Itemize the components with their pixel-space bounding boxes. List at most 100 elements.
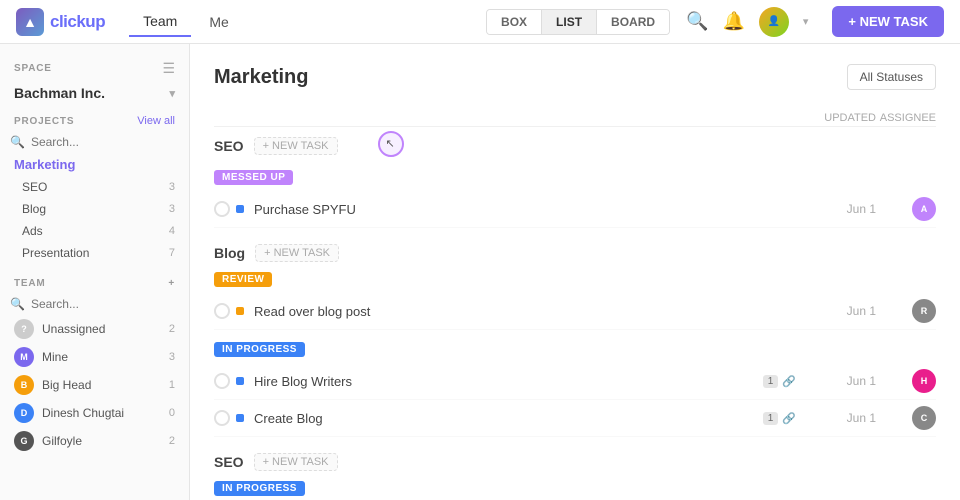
- view-tab-box[interactable]: BOX: [487, 10, 542, 34]
- search-icon-sidebar: 🔍: [10, 135, 25, 149]
- task-icon-count: 1: [763, 412, 779, 425]
- header-name: [214, 112, 796, 124]
- new-task-blog-button[interactable]: + NEW TASK: [255, 244, 339, 262]
- task-icons: 1 🔗: [763, 375, 796, 388]
- avatar-chevron[interactable]: ▾: [803, 15, 809, 28]
- task-row[interactable]: Create Blog 1 🔗 Jun 1 C: [214, 400, 936, 437]
- projects-label: PROJECTS: [14, 116, 74, 127]
- unassigned-avatar: ?: [14, 319, 34, 339]
- task-dot: [236, 307, 244, 315]
- task-circle: [214, 303, 230, 319]
- sidebar-item-presentation[interactable]: Presentation 7: [0, 242, 189, 264]
- badge-messed-up: MESSED UP: [214, 170, 293, 185]
- nav-tabs: Team Me: [129, 7, 243, 37]
- projects-search[interactable]: 🔍: [0, 131, 189, 153]
- team-member-mine[interactable]: M Mine 3: [0, 343, 189, 371]
- sidebar-item-seo[interactable]: SEO 3: [0, 176, 189, 198]
- main-header: Marketing All Statuses: [214, 64, 936, 90]
- cursor-indicator: ↖: [386, 137, 395, 150]
- space-name[interactable]: Bachman Inc. ▾: [0, 81, 189, 111]
- projects-header: PROJECTS View all: [0, 111, 189, 131]
- link-icon: 🔗: [782, 375, 796, 388]
- notification-icon[interactable]: 🔔: [722, 11, 744, 32]
- sidebar-item-ads[interactable]: Ads 4: [0, 220, 189, 242]
- task-icon-count: 1: [763, 375, 779, 388]
- nav-tab-me[interactable]: Me: [195, 8, 242, 36]
- view-tab-board[interactable]: BOARD: [597, 10, 669, 34]
- task-name: Create Blog: [254, 411, 757, 426]
- view-tabs: BOX LIST BOARD: [486, 9, 670, 35]
- table-header: UPDATED ASSIGNEE: [214, 110, 936, 127]
- badge-in-progress-seo2: IN PROGRESS: [214, 481, 305, 496]
- task-circle: [214, 201, 230, 217]
- task-row[interactable]: Read over blog post Jun 1 R: [214, 293, 936, 330]
- section-seo-1: SEO + NEW TASK ↖ MESSED UP Purchase SPYF…: [214, 131, 936, 228]
- active-project[interactable]: Marketing: [0, 153, 189, 176]
- task-assignee: C: [876, 406, 936, 430]
- logo[interactable]: ▲ clickup: [16, 8, 105, 36]
- projects-search-input[interactable]: [31, 135, 179, 149]
- team-search-input[interactable]: [31, 297, 179, 311]
- task-name: Purchase SPYFU: [254, 202, 796, 217]
- section-title-seo-2: SEO: [214, 454, 244, 470]
- task-row[interactable]: Purchase SPYFU Jun 1 A: [214, 191, 936, 228]
- task-assignee: R: [876, 299, 936, 323]
- new-task-seo-2-button[interactable]: + NEW TASK: [254, 453, 338, 471]
- main-layout: SPACE ☰ Bachman Inc. ▾ PROJECTS View all…: [0, 44, 960, 500]
- task-row[interactable]: Hire Blog Writers 1 🔗 Jun 1 H: [214, 363, 936, 400]
- space-section-label: SPACE: [14, 63, 52, 74]
- new-task-seo-1-button[interactable]: + NEW TASK: [254, 137, 338, 155]
- all-statuses-button[interactable]: All Statuses: [847, 64, 936, 90]
- team-search-icon: 🔍: [10, 297, 25, 311]
- team-section-label: TEAM: [14, 278, 46, 289]
- section-seo-2: SEO + NEW TASK IN PROGRESS Build out SEO…: [214, 453, 936, 500]
- team-member-unassigned[interactable]: ? Unassigned 2: [0, 315, 189, 343]
- search-icon[interactable]: 🔍: [686, 11, 708, 32]
- team-add-icon[interactable]: +: [168, 278, 175, 289]
- team-search[interactable]: 🔍: [0, 293, 189, 315]
- dinesh-avatar: D: [14, 403, 34, 423]
- section-header-blog: Blog + NEW TASK: [214, 244, 936, 262]
- team-member-dinesh[interactable]: D Dinesh Chugtai 0: [0, 399, 189, 427]
- gilfoyle-avatar: G: [14, 431, 34, 451]
- bighead-avatar: B: [14, 375, 34, 395]
- task-dot: [236, 377, 244, 385]
- main-title: Marketing: [214, 66, 308, 89]
- space-chevron[interactable]: ▾: [169, 87, 175, 100]
- assignee-avatar: C: [912, 406, 936, 430]
- section-header-seo-1: SEO + NEW TASK ↖: [214, 131, 936, 160]
- section-title-seo-1: SEO: [214, 138, 244, 154]
- task-updated: Jun 1: [796, 374, 876, 388]
- top-navigation: ▲ clickup Team Me BOX LIST BOARD 🔍 🔔 👤 ▾…: [0, 0, 960, 44]
- logo-icon: ▲: [16, 8, 44, 36]
- section-blog: Blog + NEW TASK REVIEW Read over blog po…: [214, 244, 936, 437]
- main-content: Marketing All Statuses UPDATED ASSIGNEE …: [190, 44, 960, 500]
- task-assignee: A: [876, 197, 936, 221]
- badge-in-progress-blog: IN PROGRESS: [214, 342, 305, 357]
- task-name: Read over blog post: [254, 304, 796, 319]
- sidebar-item-blog[interactable]: Blog 3: [0, 198, 189, 220]
- task-updated: Jun 1: [796, 202, 876, 216]
- nav-tab-team[interactable]: Team: [129, 7, 191, 37]
- new-task-button[interactable]: + NEW TASK: [832, 6, 944, 37]
- task-name: Hire Blog Writers: [254, 374, 757, 389]
- assignee-avatar: R: [912, 299, 936, 323]
- team-header: TEAM +: [0, 274, 189, 293]
- link-icon: 🔗: [782, 412, 796, 425]
- team-member-bighead[interactable]: B Big Head 1: [0, 371, 189, 399]
- task-updated: Jun 1: [796, 304, 876, 318]
- header-assignee: ASSIGNEE: [876, 112, 936, 124]
- sidebar-collapse-icon[interactable]: ☰: [162, 60, 175, 77]
- task-assignee: H: [876, 369, 936, 393]
- task-circle: [214, 410, 230, 426]
- view-tab-list[interactable]: LIST: [542, 10, 597, 34]
- assignee-avatar: A: [912, 197, 936, 221]
- view-all-link[interactable]: View all: [137, 115, 175, 127]
- team-member-gilfoyle[interactable]: G Gilfoyle 2: [0, 427, 189, 455]
- task-dot: [236, 205, 244, 213]
- logo-text: clickup: [50, 12, 105, 32]
- task-dot: [236, 414, 244, 422]
- task-updated: Jun 1: [796, 411, 876, 425]
- badge-review: REVIEW: [214, 272, 272, 287]
- user-avatar[interactable]: 👤: [759, 7, 789, 37]
